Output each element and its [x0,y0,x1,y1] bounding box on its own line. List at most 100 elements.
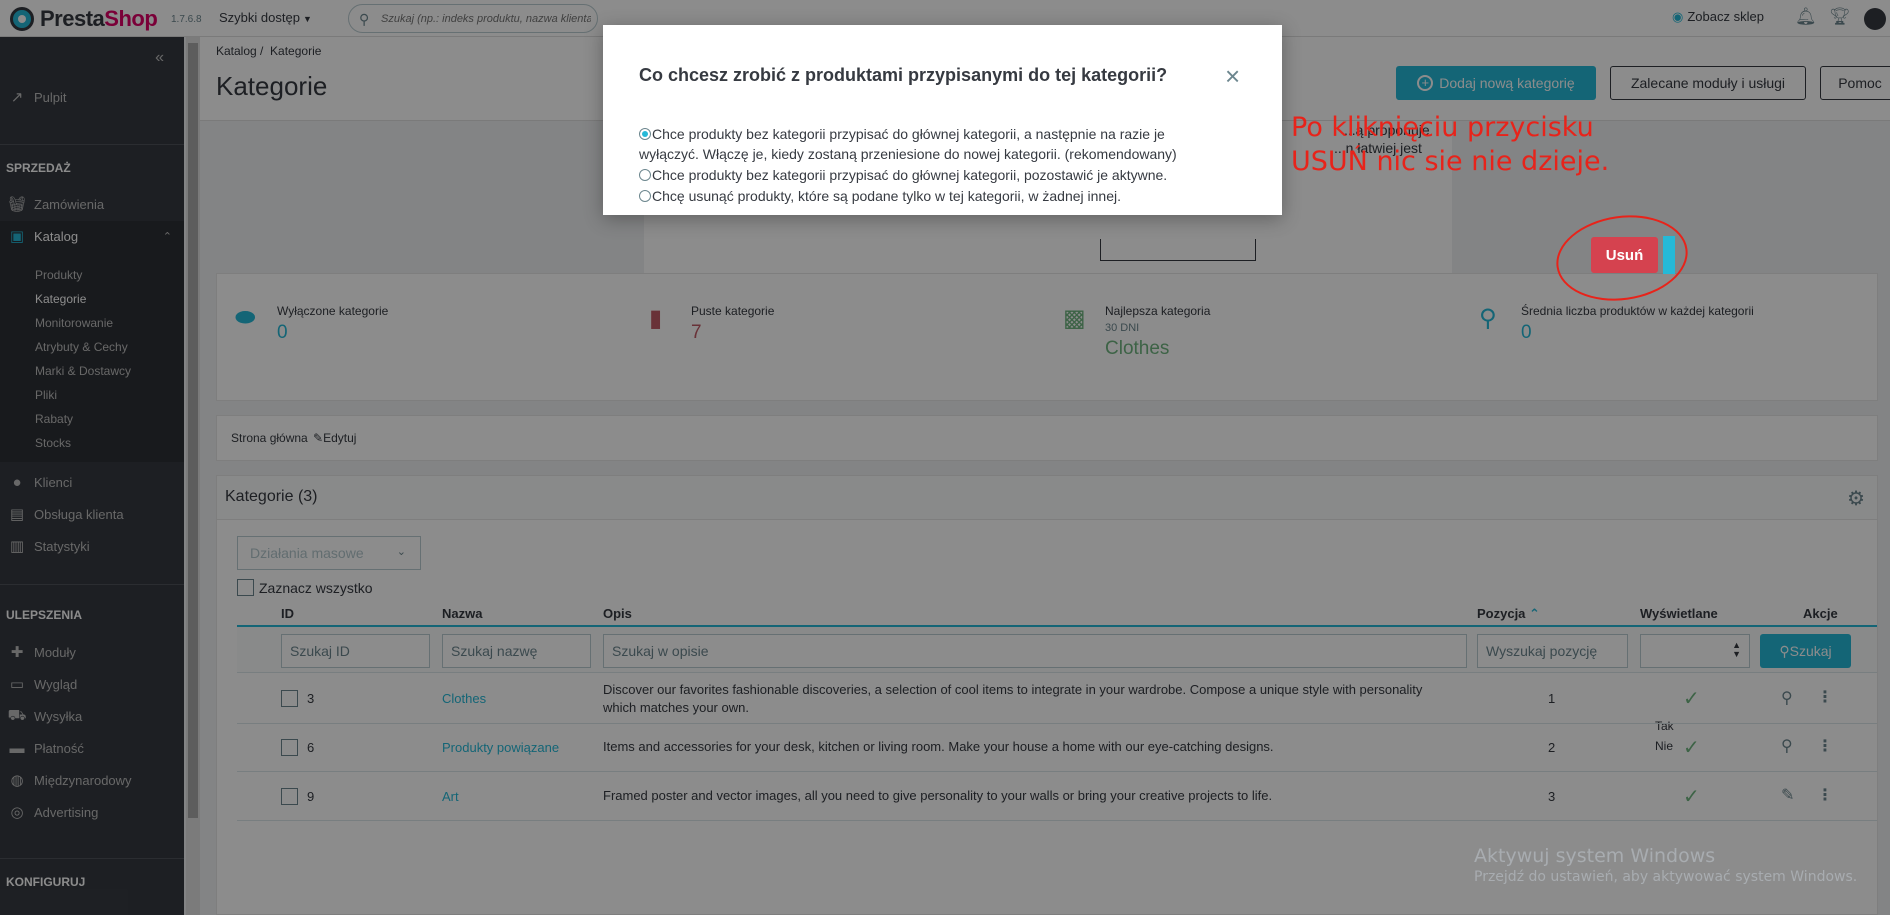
collapse-sidebar-icon[interactable]: « [155,49,164,67]
category-home-label[interactable]: Strona główna [231,431,308,445]
scrollbar-thumb[interactable] [188,43,198,818]
submenu-brands[interactable]: Marki & Dostawcy [35,364,131,378]
submenu-monitoring[interactable]: Monitorowanie [35,316,113,330]
row-checkbox[interactable] [281,788,298,805]
filter-id-input[interactable]: Szukaj ID [281,634,430,668]
modal-option-3[interactable]: Chcę usunąć produkty, które są podane ty… [639,186,1259,206]
sidebar-item-payment[interactable]: ▬ Płatność [0,733,184,763]
bar-chart-icon: ▥ [9,538,25,555]
sidebar-item-catalog[interactable]: ▣ Katalog ⌃ [0,221,184,251]
prestashop-logo[interactable]: PrestaShop [10,6,158,32]
column-header-name[interactable]: Nazwa [442,606,482,621]
column-header-id[interactable]: ID [281,606,294,621]
filter-displayed-select[interactable]: ▲ ▼ [1640,634,1750,668]
table-row: 6 Produkty powiązane Items and accessori… [237,725,1877,772]
add-category-label: Dodaj nową kategorię [1439,75,1575,91]
sidebar-item-stats[interactable]: ▥ Statystyki [0,531,184,561]
trophy-icon[interactable]: 🏆︎ [1829,7,1851,27]
bulk-actions-dropdown[interactable]: Działania masowe ⌄ [237,536,421,570]
sidebar-item-modules[interactable]: ✚ Moduły [0,637,184,667]
submenu-discounts[interactable]: Rabaty [35,412,73,426]
windows-activation-subtitle: Przejdź do ustawień, aby aktywować syste… [1474,869,1858,885]
credit-card-icon: ▬ [9,739,25,757]
sidebar-item-shipping[interactable]: ⛟ Wysyłka [0,701,184,731]
trending-icon: ↗ [10,89,24,106]
promo-button[interactable] [1100,239,1256,261]
toggle-icon: ⬬ [235,304,256,331]
zoom-icon[interactable]: ⚲ [1781,736,1793,756]
filter-description-input[interactable]: Szukaj w opisie [603,634,1467,668]
sidebar-item-label: Wygląd [34,676,78,692]
monitor-icon: ▭ [9,676,25,693]
modal-title: Co chcesz zrobić z produktami przypisany… [639,65,1168,85]
sidebar-item-dashboard[interactable]: ↗ Pulpit [0,82,184,112]
gear-icon[interactable]: ⚙ [1847,486,1865,511]
sidebar-item-customer-service[interactable]: ▤ Obsługa klienta [0,499,184,529]
modal-option-2[interactable]: Chce produkty bez kategorii przypisać do… [639,165,1259,185]
kpi-title: Najlepsza kategoria [1105,304,1211,318]
chat-icon: ▤ [9,506,25,523]
edit-link[interactable]: ✎Edytuj [313,431,356,445]
row-id: 9 [307,789,315,804]
puzzle-icon: ✚ [10,644,24,661]
submenu-attributes[interactable]: Atrybuty & Cechy [35,340,128,354]
more-vertical-icon[interactable]: ⋮ [1817,736,1833,756]
header-search-input[interactable] [381,10,591,28]
sidebar-item-orders[interactable]: 🧺︎ Zamówienia [0,189,184,219]
check-icon[interactable]: ✓ [1683,686,1700,711]
sidebar-item-advertising[interactable]: ◎ Advertising [0,797,184,827]
sidebar-item-label: Statystyki [34,538,90,554]
row-checkbox[interactable] [281,739,298,756]
view-shop-link[interactable]: ◉ Zobacz sklep [1672,9,1764,25]
check-icon[interactable]: ✓ [1683,784,1700,809]
select-all-checkbox[interactable] [237,579,254,596]
row-name-link[interactable]: Art [442,789,459,804]
bell-icon[interactable]: 🔔︎ [1795,7,1817,27]
recommended-modules-button[interactable]: Zalecane moduły i usługi [1610,66,1806,100]
select-all[interactable]: Zaznacz wszystko [237,579,373,596]
kpi-subtitle: 30 DNI [1105,322,1140,334]
option-1-text-a: Chce produkty bez kategorii przypisać do… [652,126,1165,142]
submenu-stocks[interactable]: Stocks [35,436,71,450]
row-description-line1: Framed poster and vector images, all you… [603,788,1273,803]
search-button[interactable]: ⚲ Szukaj [1760,634,1851,668]
row-name-link[interactable]: Clothes [442,691,486,706]
position-label: Pozycja [1477,606,1526,621]
pencil-icon[interactable]: ✎ [1781,785,1794,805]
radio-option-3[interactable] [639,190,651,202]
submenu-products[interactable]: Produkty [35,268,82,282]
filter-position-input[interactable]: Wyszukaj pozycję [1477,634,1628,668]
breadcrumb-parent[interactable]: Katalog [216,44,257,58]
header-search[interactable]: ⚲ [348,4,598,33]
submenu-categories[interactable]: Kategorie [35,292,86,306]
add-category-button[interactable]: + Dodaj nową kategorię [1396,66,1596,100]
filter-name-input[interactable]: Szukaj nazwę [442,634,591,668]
column-header-position[interactable]: Pozycja ⌃ [1477,606,1540,622]
bookmark-icon: ▮ [649,305,663,332]
sidebar-item-design[interactable]: ▭ Wygląd [0,669,184,699]
search-button-label: Szukaj [1789,643,1832,659]
row-checkbox[interactable] [281,690,298,707]
close-icon[interactable]: × [1225,63,1240,89]
modal-option-1[interactable]: Chce produkty bez kategorii przypisać do… [639,124,1259,164]
help-button[interactable]: Pomoc [1820,66,1890,100]
zoom-icon[interactable]: ⚲ [1781,688,1793,708]
sidebar-scrollbar[interactable] [186,37,200,915]
radio-option-1[interactable] [639,128,651,140]
categories-panel-header: Kategorie (3) ⚙ [217,476,1877,520]
search-icon: ⚲ [1779,642,1790,659]
check-icon[interactable]: ✓ [1683,735,1700,760]
sidebar-item-customers[interactable]: ● Klienci [0,467,184,497]
sidebar-item-label: Obsługa klienta [34,506,124,522]
column-header-description[interactable]: Opis [603,606,632,621]
submenu-files[interactable]: Pliki [35,388,57,402]
row-name-link[interactable]: Produkty powiązane [442,740,559,755]
column-header-displayed[interactable]: Wyświetlane [1640,606,1718,621]
radio-option-2[interactable] [639,169,651,181]
more-vertical-icon[interactable]: ⋮ [1817,785,1833,805]
sidebar-item-international[interactable]: ◍ Międzynarodowy [0,765,184,795]
table-row: 9 Art Framed poster and vector images, a… [237,773,1877,821]
more-vertical-icon[interactable]: ⋮ [1817,687,1833,707]
quick-access-dropdown[interactable]: Szybki dostęp ▼ [219,10,312,25]
avatar[interactable] [1864,8,1886,30]
